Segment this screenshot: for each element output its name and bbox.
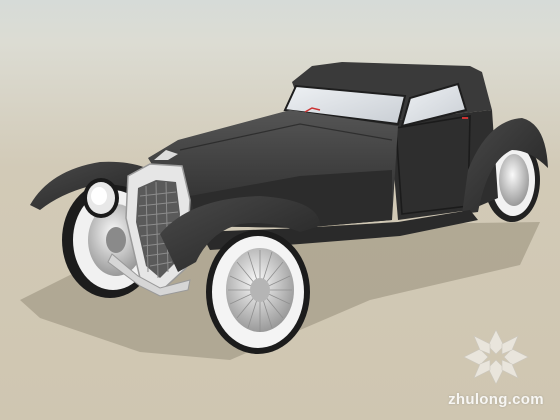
- headlight-left: [83, 178, 119, 218]
- 3d-model-viewport[interactable]: zhulong.com: [0, 0, 560, 420]
- watermark-logo: zhulong.com: [448, 322, 546, 408]
- front-right-wheel: [206, 230, 310, 354]
- flower-logo-icon: [463, 329, 529, 385]
- watermark-text: zhulong.com: [448, 391, 544, 408]
